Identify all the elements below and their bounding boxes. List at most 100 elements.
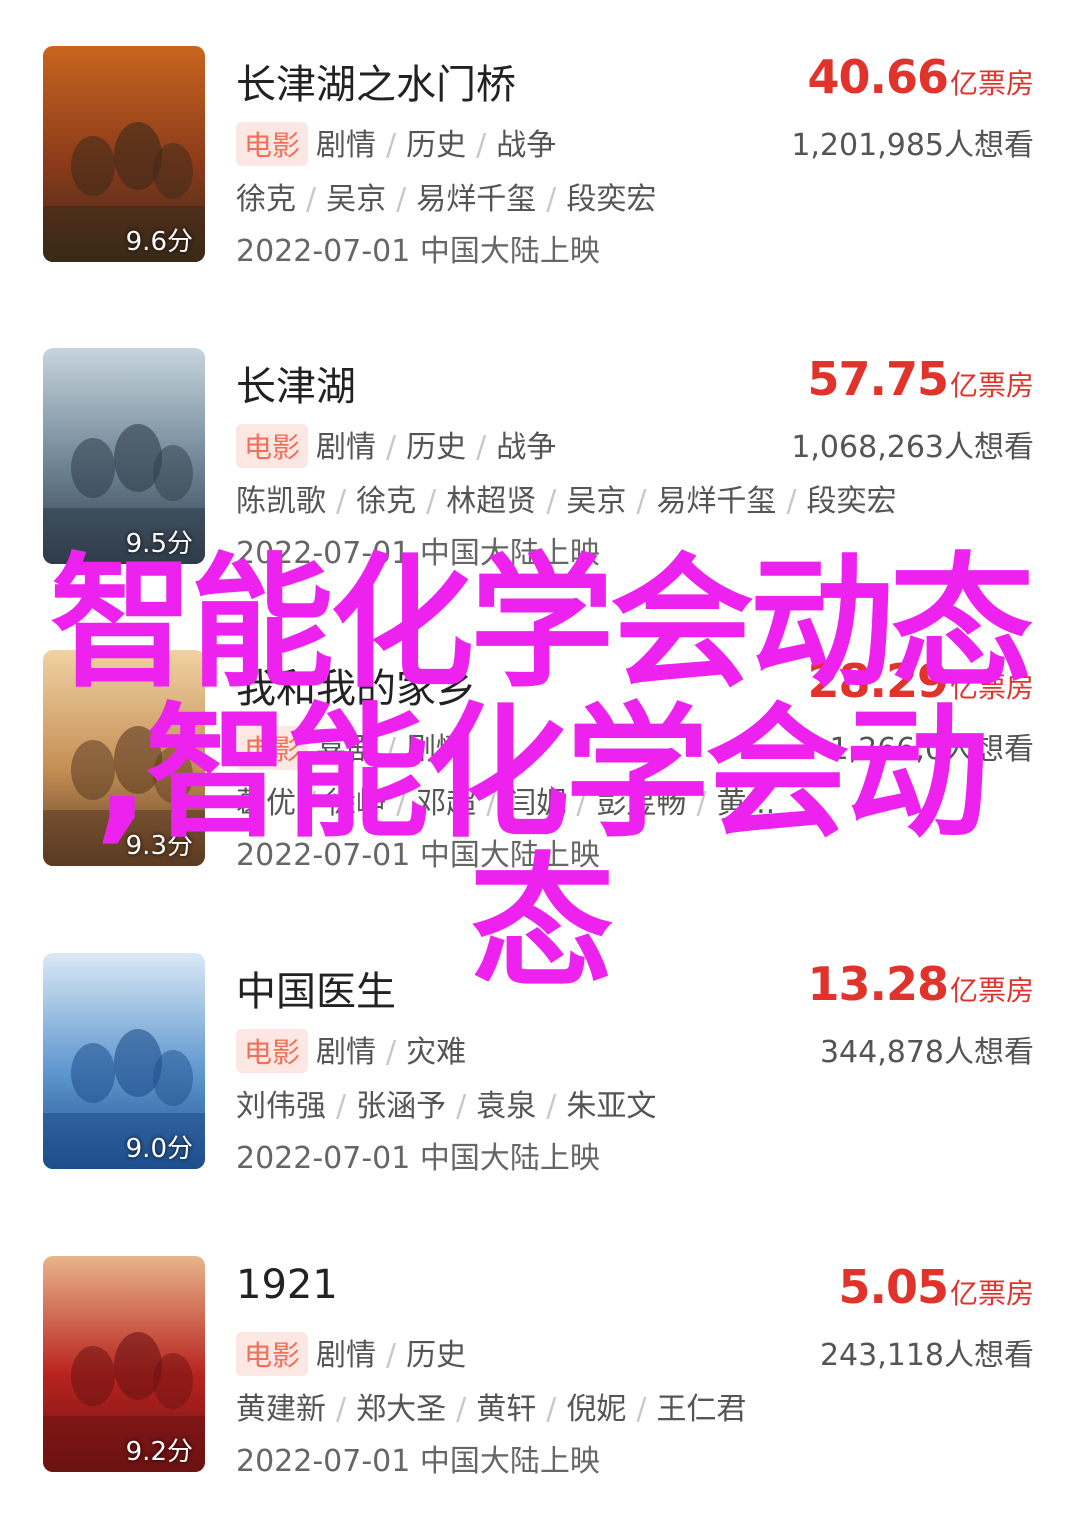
box-office-unit: 亿票房 xyxy=(949,369,1034,402)
separator: / xyxy=(696,786,707,821)
type-badge: 电影 xyxy=(236,1332,309,1376)
release-info: 2022-07-01 中国大陆上映 xyxy=(236,234,600,269)
movie-list-item[interactable]: 9.2分 1921 5.05亿票房 电影 剧情 / 历史 243,118人想看 黄建新 / 郑大圣 /… xyxy=(0,1256,1080,1496)
movie-title[interactable]: 中国医生 xyxy=(236,959,396,1017)
cast-member: 黄轩 xyxy=(476,1392,537,1427)
want-unit: 人想看 xyxy=(944,732,1034,767)
cast-member: 陈凯歌 xyxy=(236,484,326,519)
separator: / xyxy=(386,732,397,767)
separator: / xyxy=(386,430,397,465)
cast-member: 徐克 xyxy=(236,182,296,217)
box-office: 57.75亿票房 xyxy=(807,352,1034,406)
cast-member: 朱亚文 xyxy=(566,1089,657,1124)
genre-row: 电影 剧情 / 历史 xyxy=(236,1330,466,1376)
movie-title[interactable]: 长津湖之水门桥 xyxy=(236,52,516,110)
cast-member: 吴京 xyxy=(326,182,387,217)
separator: / xyxy=(426,484,437,519)
genre-tag: 喜剧 xyxy=(316,732,377,767)
separator: / xyxy=(306,786,317,821)
poster-rating: 9.0分 xyxy=(125,1134,193,1164)
genre-tag: 战争 xyxy=(496,430,557,465)
box-office: 13.28亿票房 xyxy=(807,957,1034,1011)
want-unit: 人想看 xyxy=(944,430,1034,465)
cast-member: 黄建新 xyxy=(236,1392,326,1427)
cast-member: 刘伟强 xyxy=(236,1089,326,1124)
separator: / xyxy=(486,786,497,821)
cast-member: 郑大圣 xyxy=(356,1392,447,1427)
movie-list-item[interactable]: 9.3分 我和我的家乡 28.29亿票房 电影 喜剧 / 剧情 1,266,0人想看 葛优 / 徐峥… xyxy=(0,650,1080,890)
box-office-unit: 亿票房 xyxy=(949,974,1034,1007)
box-office-value: 40.66 xyxy=(807,50,949,104)
cast-member: 张涵予 xyxy=(356,1089,447,1124)
want-count: 1,201,985 xyxy=(791,128,944,163)
cast-member: 王仁君 xyxy=(656,1392,747,1427)
box-office-value: 13.28 xyxy=(807,957,949,1011)
separator: / xyxy=(456,1089,467,1124)
cast-member: 袁泉 xyxy=(476,1089,537,1124)
cast-member: 黄... xyxy=(716,786,776,821)
poster-rating: 9.3分 xyxy=(125,831,193,861)
page: 9.6分 长津湖之水门桥 40.66亿票房 电影 剧情 / 历史 / 战争 1,201,985人想… xyxy=(0,0,1080,1520)
movie-poster[interactable]: 9.2分 xyxy=(43,1256,205,1472)
cast-member: 倪妮 xyxy=(566,1392,627,1427)
box-office-value: 5.05 xyxy=(838,1260,948,1314)
movie-list-item[interactable]: 9.6分 长津湖之水门桥 40.66亿票房 电影 剧情 / 历史 / 战争 1,201,985人想… xyxy=(0,46,1080,286)
want-count: 1,068,263 xyxy=(791,430,944,465)
want-count: 344,878 xyxy=(819,1035,944,1070)
movie-list-item[interactable]: 9.0分 中国医生 13.28亿票房 电影 剧情 / 灾难 344,878人想看 刘伟强 / 张涵予… xyxy=(0,953,1080,1193)
genre-tag: 历史 xyxy=(406,128,467,163)
cast-row: 黄建新 / 郑大圣 / 黄轩 / 倪妮 / 王仁君 xyxy=(236,1384,746,1428)
box-office-unit: 亿票房 xyxy=(949,1277,1034,1310)
separator: / xyxy=(546,182,557,217)
movie-poster[interactable]: 9.5分 xyxy=(43,348,205,564)
separator: / xyxy=(636,484,647,519)
want-to-see: 243,118人想看 xyxy=(820,1330,1034,1374)
box-office-unit: 亿票房 xyxy=(949,671,1034,704)
separator: / xyxy=(336,1392,347,1427)
release-info: 2022-07-01 中国大陆上映 xyxy=(236,838,600,873)
movie-title[interactable]: 1921 xyxy=(236,1262,338,1308)
separator: / xyxy=(636,1392,647,1427)
movie-poster[interactable]: 9.6分 xyxy=(43,46,205,262)
separator: / xyxy=(546,1089,557,1124)
genre-row: 电影 喜剧 / 剧情 xyxy=(236,724,466,770)
release-info: 2022-07-01 中国大陆上映 xyxy=(236,1141,600,1176)
movie-title[interactable]: 我和我的家乡 xyxy=(236,656,476,714)
release-info: 2022-07-01 中国大陆上映 xyxy=(236,1444,600,1479)
genre-tag: 剧情 xyxy=(316,128,377,163)
movie-poster[interactable]: 9.3分 xyxy=(43,650,205,866)
separator: / xyxy=(546,1392,557,1427)
separator: / xyxy=(476,430,487,465)
cast-row: 陈凯歌 / 徐克 / 林超贤 / 吴京 / 易烊千玺 / 段奕宏 xyxy=(236,476,897,520)
box-office: 40.66亿票房 xyxy=(807,50,1034,104)
cast-member: 葛优 xyxy=(236,786,296,821)
poster-rating: 9.5分 xyxy=(125,529,193,559)
cast-member: 徐峥 xyxy=(326,786,387,821)
movie-title[interactable]: 长津湖 xyxy=(236,354,356,412)
cast-member: 易烊千玺 xyxy=(416,182,537,217)
separator: / xyxy=(336,484,347,519)
box-office: 28.29亿票房 xyxy=(807,654,1034,708)
separator: / xyxy=(386,1338,397,1373)
genre-row: 电影 剧情 / 历史 / 战争 xyxy=(236,422,556,468)
genre-tag: 战争 xyxy=(496,128,557,163)
genre-tag: 剧情 xyxy=(406,732,467,767)
movie-poster[interactable]: 9.0分 xyxy=(43,953,205,1169)
cast-member: 闫妮 xyxy=(506,786,567,821)
box-office-value: 28.29 xyxy=(807,654,949,708)
poster-rating: 9.2分 xyxy=(125,1437,193,1467)
movie-list-item[interactable]: 9.5分 长津湖 57.75亿票房 电影 剧情 / 历史 / 战争 1,068,263人想看 陈凯歌… xyxy=(0,348,1080,588)
cast-row: 葛优 / 徐峥 / 邓超 / 闫妮 / 彭昱畅 / 黄... xyxy=(236,778,775,822)
genre-row: 电影 剧情 / 灾难 xyxy=(236,1027,466,1073)
separator: / xyxy=(576,786,587,821)
cast-member: 林超贤 xyxy=(446,484,537,519)
release-info: 2022-07-01 中国大陆上映 xyxy=(236,536,600,571)
box-office-value: 57.75 xyxy=(807,352,949,406)
want-count: 1,266,0 xyxy=(829,732,944,767)
separator: / xyxy=(396,182,407,217)
separator: / xyxy=(396,786,407,821)
genre-tag: 剧情 xyxy=(316,430,377,465)
cast-member: 段奕宏 xyxy=(566,182,657,217)
cast-member: 易烊千玺 xyxy=(656,484,777,519)
genre-tag: 剧情 xyxy=(316,1338,377,1373)
